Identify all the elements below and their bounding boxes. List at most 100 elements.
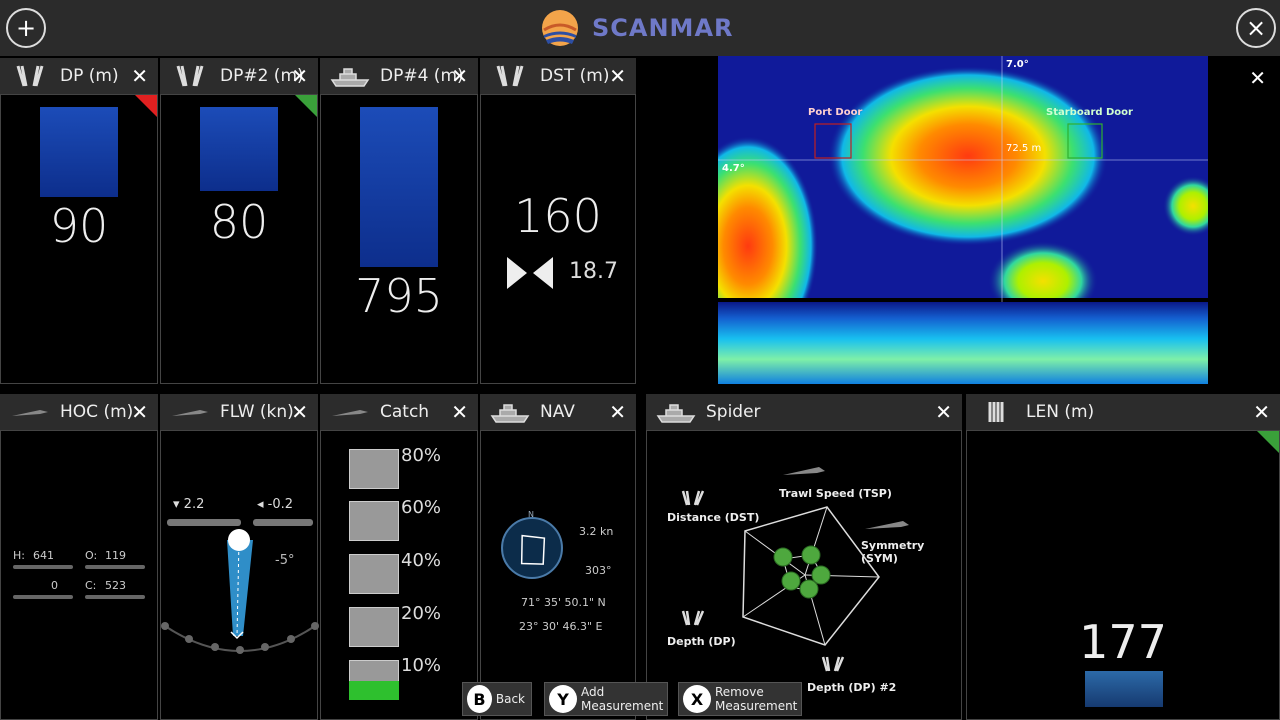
flow-right-value: ◂ -0.2: [257, 497, 294, 512]
trawl-line-left: [13, 565, 73, 569]
panel-title: Catch: [380, 402, 430, 422]
nav-speed: 3.2 kn: [579, 525, 614, 538]
brand-name: SCANMAR: [592, 14, 734, 42]
panel-header-catch: Catch ✕: [320, 394, 478, 430]
trawl-line-left-2: [13, 595, 73, 599]
ship-icon: [656, 404, 696, 423]
close-icon[interactable]: ✕: [1253, 400, 1270, 424]
top-bar: + SCANMAR ×: [0, 0, 1280, 56]
c-value: 523: [105, 579, 126, 592]
y-key-icon: Y: [549, 685, 577, 713]
range-label: 72.5 m: [1006, 143, 1042, 154]
close-icon[interactable]: ✕: [451, 64, 468, 88]
top-angle-label: 7.0°: [1006, 59, 1029, 70]
spider-panel[interactable]: Trawl Speed (TSP) Distance (DST) Symmetr…: [646, 430, 962, 720]
spider-label-dst: Distance (DST): [667, 511, 760, 524]
add-measurement-button[interactable]: Y Add Measurement: [544, 682, 668, 716]
sonar-echogram[interactable]: Port Door Starboard Door 7.0° 4.7° 72.5 …: [718, 56, 1208, 384]
panel-title: Spider: [706, 402, 761, 422]
flow-right-number: -0.2: [267, 497, 294, 512]
depth-value: 795: [355, 269, 443, 323]
hoc-panel[interactable]: H: 641 O: 119 0 C: 523: [0, 430, 158, 720]
close-icon[interactable]: ✕: [1249, 66, 1266, 90]
remove-measurement-button[interactable]: X Remove Measurement: [678, 682, 802, 716]
catch-sensor-80: [349, 449, 399, 489]
catch-level-20: 20%: [401, 603, 442, 624]
distance-sub-value: 18.7: [569, 259, 618, 284]
panel-title: DP (m): [60, 66, 119, 86]
panel-header-dst: DST (m) ✕: [480, 58, 636, 94]
plus-icon: +: [15, 14, 37, 42]
nav-panel[interactable]: N 3.2 kn 303° 71° 35' 50.1" N 23° 30' 46…: [480, 430, 636, 720]
panel-title: DST (m): [540, 66, 610, 86]
close-icon[interactable]: ✕: [609, 64, 626, 88]
panel-title: HOC (m): [60, 402, 134, 422]
sonar-close[interactable]: ✕: [1240, 60, 1276, 96]
spider-chart: [681, 467, 909, 672]
flow-left-value: ▾ 2.2: [173, 497, 205, 512]
flow-left-number: 2.2: [183, 497, 205, 512]
back-button[interactable]: B Back: [462, 682, 532, 716]
brand: SCANMAR: [540, 8, 734, 48]
add-button[interactable]: +: [6, 8, 46, 48]
flow-left-bar: [167, 519, 241, 526]
h-label: H:: [13, 549, 25, 562]
spider-label-dp: Depth (DP): [667, 635, 736, 648]
close-icon: ×: [1245, 14, 1267, 42]
dp-panel[interactable]: 90: [0, 94, 158, 384]
add-measurement-label: Add Measurement: [581, 685, 664, 713]
depth-bar: [200, 107, 278, 191]
panel-header-dp2: DP#2 (m) ✕: [160, 58, 318, 94]
catch-level-40: 40%: [401, 550, 442, 571]
depth-value: 90: [49, 199, 109, 253]
trawl-door-icon: [496, 65, 524, 87]
ship-icon: [330, 68, 370, 87]
b-key-icon: B: [467, 685, 492, 713]
trawl-line-right: [85, 565, 145, 569]
catch-sensor-60: [349, 501, 399, 541]
len-panel[interactable]: 177: [966, 430, 1280, 720]
panel-header-flw: FLW (kn) ✕: [160, 394, 318, 430]
trawl-door-icon: [16, 65, 44, 87]
close-icon[interactable]: ✕: [291, 400, 308, 424]
close-icon[interactable]: ✕: [131, 64, 148, 88]
x-key-icon: X: [683, 685, 711, 713]
close-button[interactable]: ×: [1236, 8, 1276, 48]
close-icon[interactable]: ✕: [291, 64, 308, 88]
o-value: 119: [105, 549, 126, 562]
catch-level-10: 10%: [401, 655, 442, 676]
alarm-indicator: [295, 95, 317, 117]
panel-header-spider: Spider ✕: [646, 394, 962, 430]
spider-label-dp2: Depth (DP) #2: [807, 681, 897, 694]
depth-bar: [360, 107, 438, 267]
flow-angle: -5°: [275, 553, 295, 568]
trawl-icon: [172, 410, 208, 416]
dp2-panel[interactable]: 80: [160, 94, 318, 384]
compass-icon: [501, 517, 563, 579]
close-icon[interactable]: ✕: [609, 400, 626, 424]
h-value: 641: [33, 549, 54, 562]
close-icon[interactable]: ✕: [131, 400, 148, 424]
back-label: Back: [495, 692, 525, 706]
trawl-door-icon: [176, 65, 204, 87]
length-bar: [1085, 671, 1163, 707]
panel-header-dp: DP (m) ✕: [0, 58, 158, 94]
catch-panel[interactable]: 80% 60% 40% 20% 10%: [320, 430, 478, 720]
close-icon[interactable]: ✕: [935, 400, 952, 424]
panel-header-dp4: DP#4 (m) ✕: [320, 58, 478, 94]
flow-gauge: [161, 529, 319, 654]
panel-header-nav: NAV ✕: [480, 394, 636, 430]
dst-panel[interactable]: 160 18.7: [480, 94, 636, 384]
trawl-icon: [332, 410, 368, 416]
ship-icon: [490, 404, 530, 423]
panel-header-hoc: HOC (m) ✕: [0, 394, 158, 430]
panel-title: FLW (kn): [220, 402, 294, 422]
north-label: N: [528, 510, 534, 519]
length-value: 177: [1079, 615, 1167, 669]
spider-label-tsp: Trawl Speed (TSP): [779, 487, 892, 500]
close-icon[interactable]: ✕: [451, 400, 468, 424]
nav-latitude: 71° 35' 50.1" N: [521, 596, 606, 609]
scanmar-logo-icon: [542, 10, 578, 46]
flw-panel[interactable]: ▾ 2.2 ◂ -0.2 -5°: [160, 430, 319, 720]
dp4-panel[interactable]: 795: [320, 94, 478, 384]
